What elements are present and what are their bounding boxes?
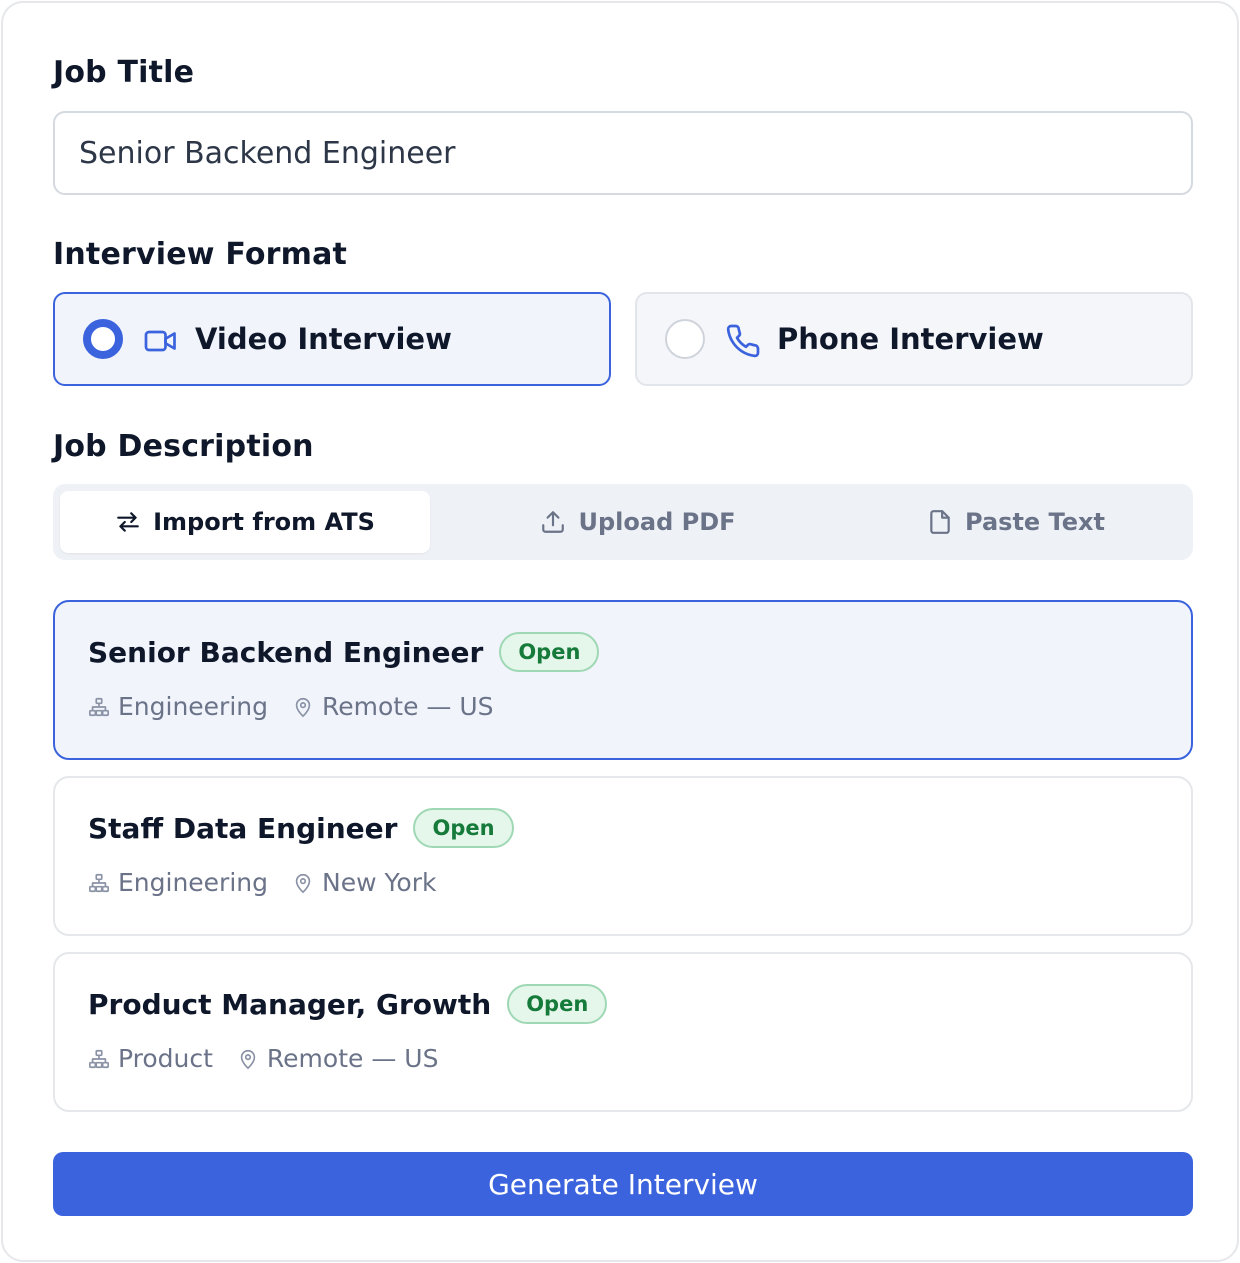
radio-selected[interactable]	[83, 319, 123, 359]
status-badge: Open	[507, 984, 608, 1024]
job-location: Remote — US	[322, 692, 494, 721]
org-chart-icon	[89, 1049, 109, 1068]
job-card-product-manager-growth[interactable]: Product Manager, Growth Open Product Rem…	[53, 952, 1193, 1112]
tab-import-from-ats[interactable]: Import from ATS	[60, 491, 430, 553]
location-pin-icon	[295, 697, 311, 717]
job-title: Senior Backend Engineer	[88, 635, 484, 669]
interview-setup-card: Job Title Interview Format Video Intervi…	[1, 1, 1239, 1262]
status-badge: Open	[413, 808, 514, 848]
video-icon	[144, 330, 176, 352]
phone-interview-option[interactable]: Phone Interview	[635, 292, 1193, 386]
job-title: Product Manager, Growth	[88, 987, 492, 1021]
job-location: New York	[322, 868, 437, 897]
location-pin-icon	[295, 873, 311, 893]
org-chart-icon	[89, 873, 109, 892]
job-title-label: Job Title	[53, 55, 195, 90]
description-source-tabs: Import from ATS Upload PDF Paste Text	[53, 484, 1193, 560]
interview-format-label: Interview Format	[53, 237, 348, 272]
location-pin-icon	[240, 1049, 256, 1069]
tab-upload-pdf[interactable]: Upload PDF	[453, 491, 823, 553]
swap-arrows-icon	[117, 512, 139, 532]
phone-interview-label: Phone Interview	[777, 322, 1044, 356]
job-card-senior-backend-engineer[interactable]: Senior Backend Engineer Open Engineering…	[53, 600, 1193, 760]
job-title-input[interactable]	[53, 111, 1193, 195]
org-chart-icon	[89, 697, 109, 716]
job-location: Remote — US	[266, 1044, 439, 1073]
tab-import-label: Import from ATS	[153, 508, 375, 536]
tab-paste-label: Paste Text	[965, 508, 1105, 536]
job-card-staff-data-engineer[interactable]: Staff Data Engineer Open Engineering New…	[53, 776, 1193, 936]
upload-icon	[542, 511, 565, 533]
job-description-label: Job Description	[53, 429, 314, 464]
job-department: Engineering	[118, 692, 268, 721]
file-icon	[930, 510, 950, 534]
job-department: Engineering	[118, 868, 268, 897]
video-interview-label: Video Interview	[195, 322, 452, 356]
generate-interview-button[interactable]: Generate Interview	[53, 1152, 1193, 1216]
phone-icon	[726, 324, 760, 358]
radio-unselected[interactable]	[665, 319, 705, 359]
video-interview-option[interactable]: Video Interview	[53, 292, 611, 386]
tab-paste-text[interactable]: Paste Text	[831, 491, 1201, 553]
status-badge: Open	[499, 632, 600, 672]
tab-upload-label: Upload PDF	[578, 508, 736, 536]
job-title: Staff Data Engineer	[88, 811, 398, 845]
job-department: Product	[118, 1044, 213, 1073]
